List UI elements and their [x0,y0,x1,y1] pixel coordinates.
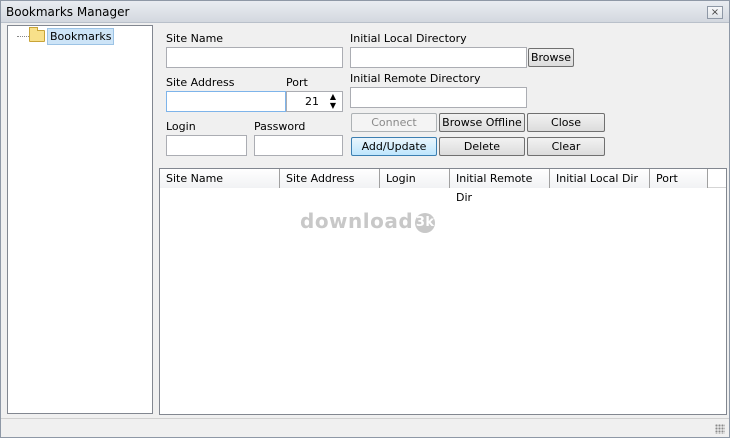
delete-button[interactable]: Delete [439,137,525,156]
folder-icon [29,27,45,42]
status-bar [1,418,729,437]
close-window-button[interactable]: × [707,6,723,19]
local-dir-label: Initial Local Directory [350,32,467,45]
bookmarks-list[interactable]: Site Name Site Address Login Initial Rem… [159,168,727,415]
site-address-input[interactable] [166,91,286,112]
password-input[interactable] [254,135,343,156]
bookmarks-manager-window: Bookmarks Manager × Bookmarks Site Name … [0,0,730,438]
port-label: Port [286,76,308,89]
title-bar[interactable]: Bookmarks Manager × [1,1,729,23]
column-header-initial-local-dir[interactable]: Initial Local Dir [550,169,650,188]
login-label: Login [166,120,196,133]
site-name-label: Site Name [166,32,224,45]
column-header-site-name[interactable]: Site Name [160,169,280,188]
port-value: 21 [305,95,319,108]
connect-button[interactable]: Connect [351,113,437,132]
column-header-port[interactable]: Port [650,169,708,188]
browse-offline-button[interactable]: Browse Offline [439,113,525,132]
list-header: Site Name Site Address Login Initial Rem… [160,169,726,204]
watermark-badge: 3k [415,213,436,233]
column-header-login[interactable]: Login [380,169,450,188]
site-address-label: Site Address [166,76,235,89]
browse-button[interactable]: Browse [528,48,574,67]
download3k-watermark: download 3k [300,209,436,233]
spin-up-icon[interactable]: ▲ [326,92,340,101]
close-button[interactable]: Close [527,113,605,132]
local-dir-input[interactable] [350,47,527,68]
password-label: Password [254,120,306,133]
clear-button[interactable]: Clear [527,137,605,156]
close-icon: × [710,7,720,18]
add-update-button[interactable]: Add/Update [351,137,437,156]
login-input[interactable] [166,135,247,156]
resize-grip-icon[interactable] [715,424,725,434]
spin-down-icon[interactable]: ▼ [326,101,340,110]
column-header-site-address[interactable]: Site Address [280,169,380,188]
port-stepper[interactable]: 21 ▲ ▼ [286,91,343,112]
column-header-initial-remote-dir[interactable]: Initial Remote Dir [450,169,550,204]
remote-dir-input[interactable] [350,87,527,108]
remote-dir-label: Initial Remote Directory [350,72,481,85]
watermark-text: download [300,209,414,233]
tree-item-bookmarks[interactable]: Bookmarks [47,28,115,45]
site-name-input[interactable] [166,47,343,68]
bookmarks-tree[interactable]: Bookmarks [7,25,153,414]
window-title: Bookmarks Manager [6,5,130,19]
